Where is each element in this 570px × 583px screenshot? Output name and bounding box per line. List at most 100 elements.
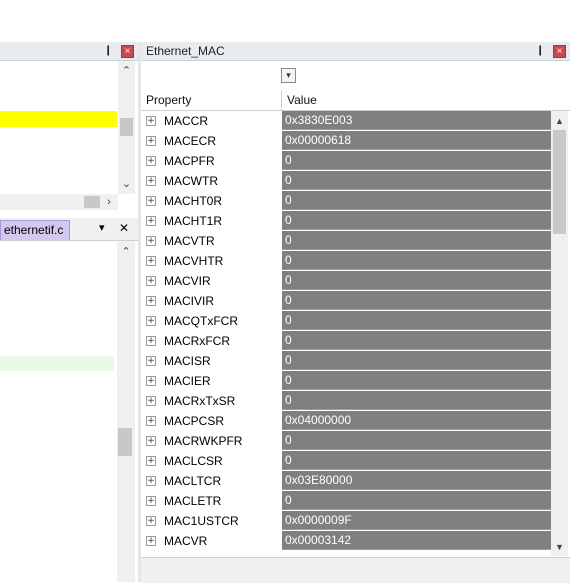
property-value[interactable]: 0 xyxy=(282,431,551,450)
property-name: MACIVIR xyxy=(164,294,215,308)
pin-icon[interactable]: ❙ xyxy=(104,42,112,60)
expand-icon[interactable]: + xyxy=(146,236,156,246)
property-value[interactable]: 0 xyxy=(282,391,551,410)
scroll-up-icon[interactable]: ⌃ xyxy=(117,245,135,259)
expand-icon[interactable]: + xyxy=(146,196,156,206)
scroll-up-icon[interactable]: ▲ xyxy=(551,114,568,128)
left-top-horizontal-scrollbar[interactable] xyxy=(0,194,118,210)
property-value[interactable]: 0x0000009F xyxy=(282,511,551,530)
table-row[interactable]: + MACLETR 0 xyxy=(141,491,551,511)
expand-icon[interactable]: + xyxy=(146,176,156,186)
table-row[interactable]: + MACRxTxSR 0 xyxy=(141,391,551,411)
table-row[interactable]: + MACQTxFCR 0 xyxy=(141,311,551,331)
property-value[interactable]: 0 xyxy=(282,491,551,510)
property-name: MACRxFCR xyxy=(164,334,230,348)
table-row[interactable]: + MACVIR 0 xyxy=(141,271,551,291)
table-row[interactable]: + MACECR 0x00000618 xyxy=(141,131,551,151)
expand-icon[interactable]: + xyxy=(146,516,156,526)
table-row[interactable]: + MACISR 0 xyxy=(141,351,551,371)
close-icon[interactable]: × xyxy=(553,45,566,58)
property-name: MACCR xyxy=(164,114,208,128)
table-row[interactable]: + MAC1USTCR 0x0000009F xyxy=(141,511,551,531)
table-row[interactable]: + MACRWKPFR 0 xyxy=(141,431,551,451)
property-value[interactable]: 0 xyxy=(282,311,551,330)
property-value[interactable]: 0 xyxy=(282,451,551,470)
property-value[interactable]: 0 xyxy=(282,251,551,270)
property-name: MACVTR xyxy=(164,234,215,248)
property-value[interactable]: 0x00003142 xyxy=(282,531,551,550)
pin-icon[interactable]: ❙ xyxy=(536,42,544,60)
property-value[interactable]: 0x3830E003 xyxy=(282,111,551,130)
scroll-up-icon[interactable]: ⌃ xyxy=(118,64,135,78)
tab-ethernetif[interactable]: ethernetif.c xyxy=(0,220,70,240)
table-row[interactable]: + MACLTCR 0x03E80000 xyxy=(141,471,551,491)
property-value[interactable]: 0 xyxy=(282,291,551,310)
column-header-property[interactable]: Property xyxy=(146,90,191,110)
scroll-down-icon[interactable]: ▼ xyxy=(551,540,568,554)
table-row[interactable]: + MACVR 0x00003142 xyxy=(141,531,551,551)
expand-icon[interactable]: + xyxy=(146,336,156,346)
tab-list-dropdown-icon[interactable]: ▾ xyxy=(99,221,105,234)
expand-icon[interactable]: + xyxy=(146,136,156,146)
property-name: MACVIR xyxy=(164,274,211,288)
property-value[interactable]: 0x04000000 xyxy=(282,411,551,430)
property-value[interactable]: 0x00000618 xyxy=(282,131,551,150)
table-row[interactable]: + MACVHTR 0 xyxy=(141,251,551,271)
expand-icon[interactable]: + xyxy=(146,416,156,426)
hscroll-thumb[interactable] xyxy=(84,196,100,208)
table-row[interactable]: + MACWTR 0 xyxy=(141,171,551,191)
table-row[interactable]: + MACPFR 0 xyxy=(141,151,551,171)
expand-icon[interactable]: + xyxy=(146,116,156,126)
scroll-right-icon[interactable]: › xyxy=(102,195,116,209)
expand-icon[interactable]: + xyxy=(146,476,156,486)
table-row[interactable]: + MACLCSR 0 xyxy=(141,451,551,471)
property-name: MACHT1R xyxy=(164,214,223,228)
property-value[interactable]: 0 xyxy=(282,151,551,170)
table-row[interactable]: + MACVTR 0 xyxy=(141,231,551,251)
expand-icon[interactable]: + xyxy=(146,496,156,506)
property-value[interactable]: 0 xyxy=(282,231,551,250)
scroll-thumb[interactable] xyxy=(553,130,566,234)
table-row[interactable]: + MACIER 0 xyxy=(141,371,551,391)
column-divider[interactable] xyxy=(281,90,282,110)
expand-icon[interactable]: + xyxy=(146,536,156,546)
table-row[interactable]: + MACHT0R 0 xyxy=(141,191,551,211)
expand-icon[interactable]: + xyxy=(146,356,156,366)
property-value[interactable]: 0 xyxy=(282,331,551,350)
panel-title: Ethernet_MAC xyxy=(146,44,225,58)
property-value[interactable]: 0x03E80000 xyxy=(282,471,551,490)
expand-icon[interactable]: + xyxy=(146,296,156,306)
table-row[interactable]: + MACCR 0x3830E003 xyxy=(141,111,551,131)
table-row[interactable]: + MACPCSR 0x04000000 xyxy=(141,411,551,431)
scroll-thumb[interactable] xyxy=(118,428,132,456)
column-header-value[interactable]: Value xyxy=(287,90,317,110)
left-bottom-vertical-scrollbar[interactable] xyxy=(117,241,135,582)
table-row[interactable]: + MACIVIR 0 xyxy=(141,291,551,311)
tab-close-icon[interactable]: ✕ xyxy=(119,221,129,235)
expand-icon[interactable]: + xyxy=(146,316,156,326)
property-value[interactable]: 0 xyxy=(282,271,551,290)
expand-icon[interactable]: + xyxy=(146,376,156,386)
expand-icon[interactable]: + xyxy=(146,396,156,406)
expand-icon[interactable]: + xyxy=(146,276,156,286)
expand-icon[interactable]: + xyxy=(146,456,156,466)
highlighted-line xyxy=(0,111,117,127)
table-row[interactable]: + MACHT1R 0 xyxy=(141,211,551,231)
property-value[interactable]: 0 xyxy=(282,191,551,210)
combo-dropdown-icon[interactable]: ▾ xyxy=(281,68,296,83)
scroll-thumb[interactable] xyxy=(120,118,133,136)
expand-icon[interactable]: + xyxy=(146,256,156,266)
property-name: MAC1USTCR xyxy=(164,514,239,528)
expand-icon[interactable]: + xyxy=(146,156,156,166)
scroll-down-icon[interactable]: ⌄ xyxy=(118,177,135,191)
close-icon[interactable]: × xyxy=(121,45,134,58)
property-value[interactable]: 0 xyxy=(282,171,551,190)
property-value[interactable]: 0 xyxy=(282,211,551,230)
expand-icon[interactable]: + xyxy=(146,216,156,226)
property-value[interactable]: 0 xyxy=(282,371,551,390)
property-name: MACPCSR xyxy=(164,414,225,428)
table-row[interactable]: + MACRxFCR 0 xyxy=(141,331,551,351)
property-name: MACLTCR xyxy=(164,474,222,488)
property-value[interactable]: 0 xyxy=(282,351,551,370)
expand-icon[interactable]: + xyxy=(146,436,156,446)
